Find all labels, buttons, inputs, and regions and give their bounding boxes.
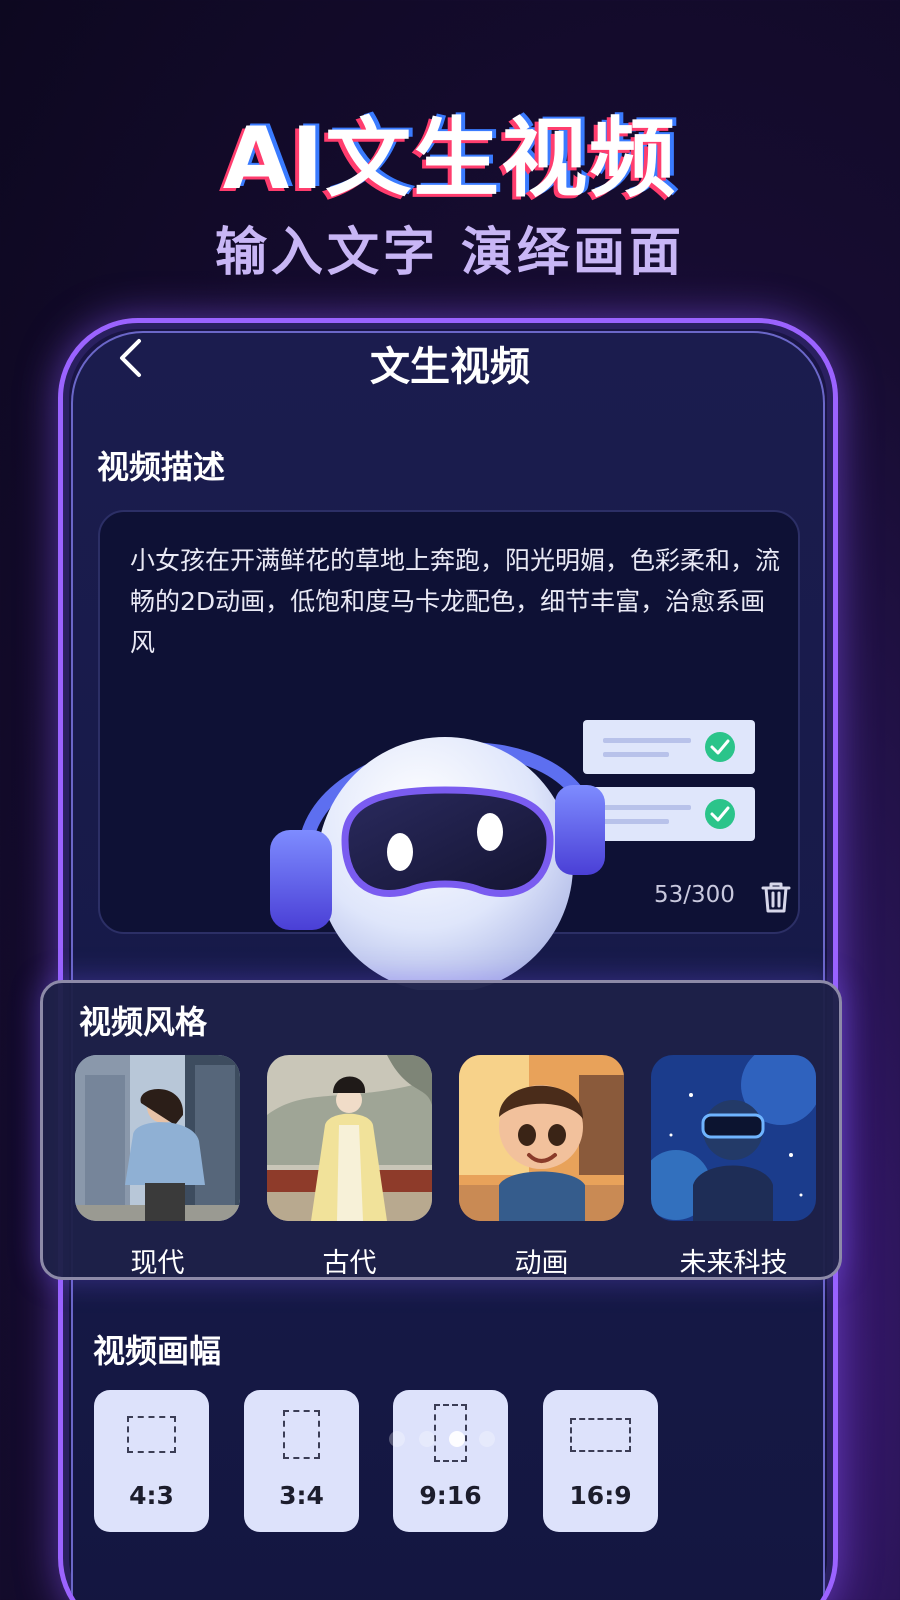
description-section-label: 视频描述 bbox=[97, 448, 226, 486]
ratio-button-9-16[interactable]: 9:16 bbox=[393, 1390, 508, 1532]
style-panel: 视频风格 现代 古代 动画 未来科技 bbox=[40, 980, 842, 1280]
carousel-dot[interactable] bbox=[449, 1431, 465, 1447]
chat-card-1 bbox=[583, 720, 755, 774]
style-card-futuristic[interactable] bbox=[651, 1055, 816, 1221]
ratio-button-16-9[interactable]: 16:9 bbox=[543, 1390, 658, 1532]
style-label-ancient: 古代 bbox=[322, 1248, 377, 1279]
animation-style-thumbnail bbox=[459, 1055, 624, 1221]
carousel-dot[interactable] bbox=[389, 1431, 405, 1447]
ratio-label-16-9: 16:9 bbox=[569, 1481, 632, 1510]
ratio-4-3-icon bbox=[127, 1416, 176, 1453]
hero-subtitle: 输入文字 演绎画面 bbox=[214, 223, 686, 283]
futuristic-style-thumbnail bbox=[651, 1055, 816, 1221]
style-label-animation: 动画 bbox=[514, 1248, 569, 1279]
page-title: 文生视频 bbox=[370, 344, 530, 390]
style-card-modern[interactable] bbox=[75, 1055, 240, 1221]
style-section-label: 视频风格 bbox=[79, 1003, 208, 1041]
ratio-section-label: 视频画幅 bbox=[93, 1332, 222, 1370]
chat-card-2 bbox=[583, 787, 755, 841]
ratio-label-9-16: 9:16 bbox=[419, 1481, 482, 1510]
modern-style-thumbnail bbox=[75, 1055, 240, 1221]
ancient-style-thumbnail bbox=[267, 1055, 432, 1221]
ratio-label-4-3: 4:3 bbox=[129, 1481, 174, 1510]
ratio-button-3-4[interactable]: 3:4 bbox=[244, 1390, 359, 1532]
ai-robot-illustration bbox=[270, 720, 755, 990]
style-label-modern: 现代 bbox=[130, 1248, 185, 1279]
style-label-futuristic: 未来科技 bbox=[679, 1248, 788, 1279]
ratio-16-9-icon bbox=[570, 1418, 631, 1452]
description-text[interactable]: 小女孩在开满鲜花的草地上奔跑，阳光明媚，色彩柔和，流畅的2D动画，低饱和度马卡龙… bbox=[130, 540, 780, 663]
style-card-animation[interactable] bbox=[459, 1055, 624, 1221]
style-card-ancient[interactable] bbox=[267, 1055, 432, 1221]
ratio-button-4-3[interactable]: 4:3 bbox=[94, 1390, 209, 1532]
hero-title: AI文生视频 bbox=[222, 109, 678, 209]
carousel-indicator bbox=[389, 1431, 495, 1447]
carousel-dot[interactable] bbox=[479, 1431, 495, 1447]
ratio-3-4-icon bbox=[283, 1410, 320, 1459]
carousel-dot[interactable] bbox=[419, 1431, 435, 1447]
ratio-label-3-4: 3:4 bbox=[279, 1481, 324, 1510]
